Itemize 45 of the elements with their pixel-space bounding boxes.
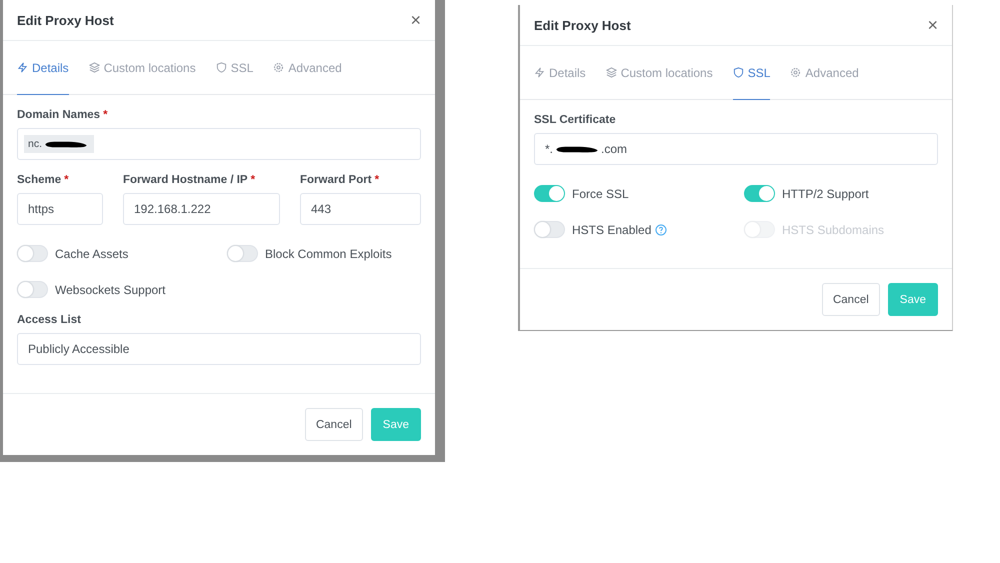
help-icon[interactable] bbox=[655, 224, 668, 236]
toggle-switch[interactable] bbox=[744, 185, 775, 202]
field-label: SSL Certificate bbox=[534, 114, 617, 126]
cancel-button[interactable]: Cancel bbox=[304, 408, 363, 441]
toggle-label: Force SSL bbox=[572, 186, 629, 200]
toggle-label: Block Common Exploits bbox=[265, 246, 392, 260]
close-button[interactable]: × bbox=[927, 16, 938, 34]
field-label: Access List bbox=[17, 314, 82, 326]
field-value: .com bbox=[601, 142, 628, 156]
layers-icon bbox=[88, 62, 100, 73]
tab[interactable]: Details bbox=[17, 41, 69, 95]
field-value: Publicly Accessible bbox=[28, 342, 130, 356]
input-field[interactable]: 192.168.1.222 bbox=[123, 193, 280, 225]
lightning-icon bbox=[534, 67, 545, 78]
dialog-title: Edit Proxy Host bbox=[534, 18, 631, 32]
field-label: Domain Names * bbox=[17, 109, 109, 121]
input-field[interactable]: 443 bbox=[300, 193, 421, 225]
toggle-label: Websockets Support bbox=[55, 282, 166, 296]
toggle-label: HSTS Subdomains bbox=[782, 222, 884, 236]
shield-icon bbox=[732, 67, 744, 78]
input-field[interactable]: https bbox=[17, 193, 103, 225]
field-value: 192.168.1.222 bbox=[134, 202, 211, 216]
tab[interactable]: SSL bbox=[732, 46, 770, 100]
input-field[interactable]: *. .com bbox=[534, 133, 938, 165]
lightning-icon bbox=[17, 62, 28, 73]
field-label: Forward Port * bbox=[300, 174, 380, 186]
input-field[interactable]: Publicly Accessible bbox=[17, 333, 421, 365]
close-button[interactable]: × bbox=[410, 11, 421, 29]
field-label: Scheme * bbox=[17, 174, 70, 186]
settings-icon bbox=[273, 62, 284, 73]
domain-tag: nc. bbox=[28, 138, 42, 150]
field-value: 443 bbox=[311, 202, 332, 216]
toggle-label: HSTS Enabled bbox=[572, 222, 652, 236]
toggle-switch[interactable] bbox=[534, 185, 565, 202]
settings-icon bbox=[790, 67, 802, 78]
field-value: https bbox=[28, 202, 54, 216]
toggle-label: HTTP/2 Support bbox=[782, 186, 869, 200]
shield-icon bbox=[216, 62, 227, 73]
input-field[interactable]: nc. bbox=[17, 128, 421, 160]
layers-icon bbox=[606, 67, 617, 78]
cancel-button[interactable]: Cancel bbox=[822, 283, 880, 316]
field-value: *. bbox=[545, 142, 554, 156]
dialog-title: Edit Proxy Host bbox=[17, 12, 114, 28]
field-label: Forward Hostname / IP * bbox=[123, 174, 256, 186]
toggle-label: Cache Assets bbox=[55, 246, 128, 260]
